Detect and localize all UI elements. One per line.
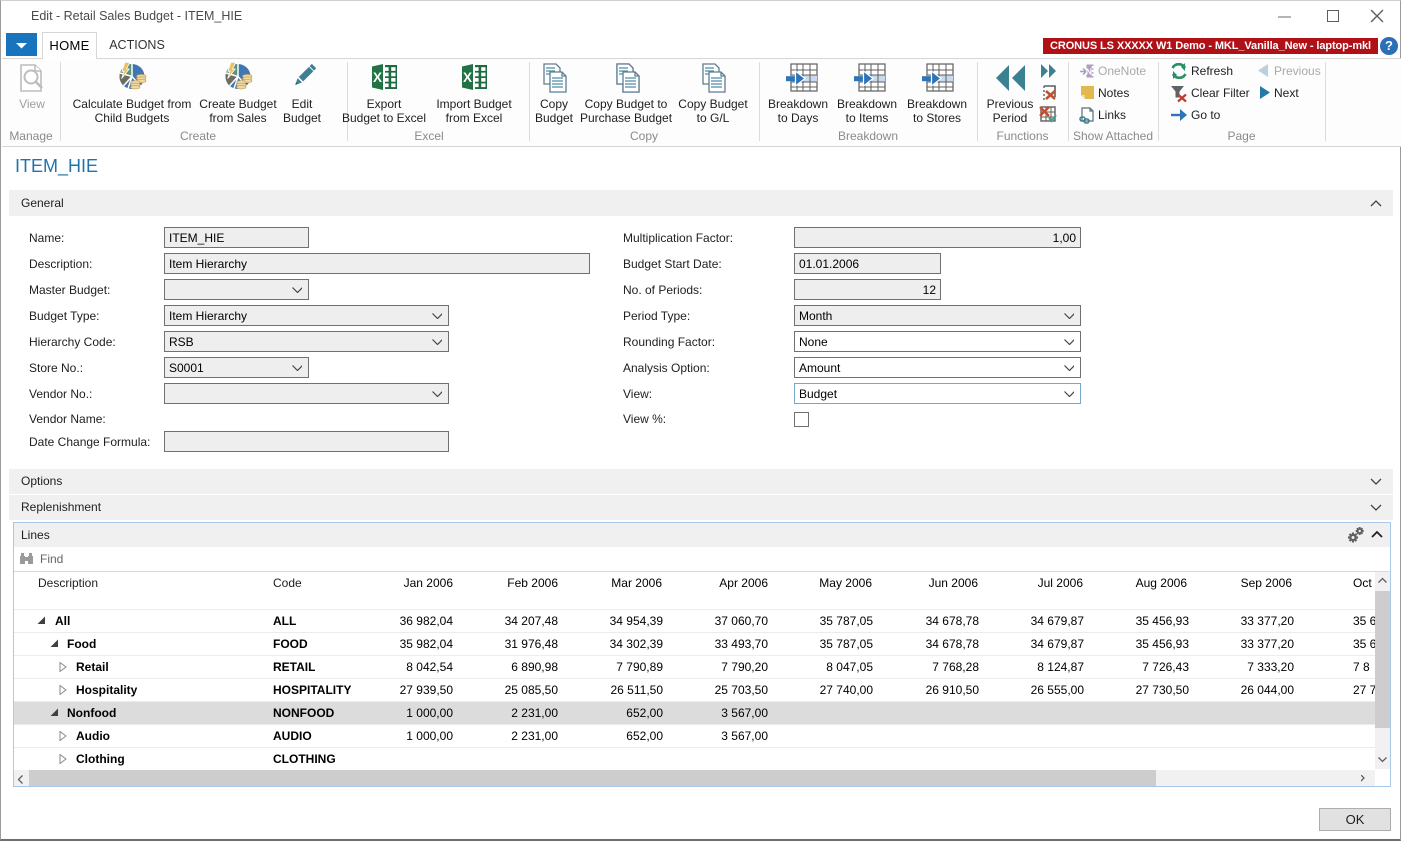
svg-text:X: X — [373, 70, 382, 85]
svg-text:N: N — [1086, 67, 1092, 77]
svg-text:X: X — [463, 70, 472, 85]
